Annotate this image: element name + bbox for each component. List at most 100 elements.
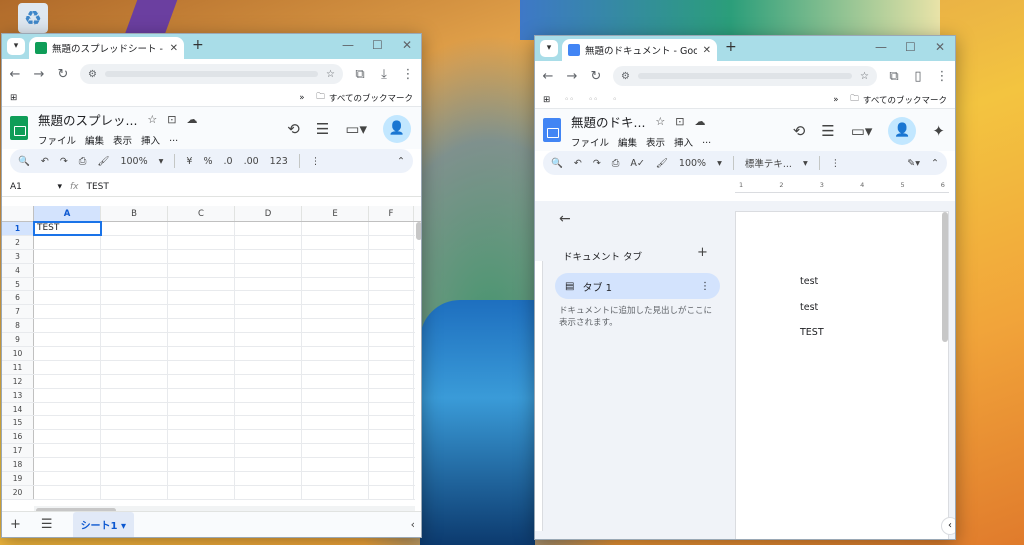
grid-cell[interactable] bbox=[369, 333, 414, 347]
chevron-down-icon[interactable]: ▾ bbox=[803, 158, 808, 169]
grid-cell[interactable] bbox=[302, 263, 369, 277]
grid-cell[interactable] bbox=[168, 430, 235, 444]
grid-cell[interactable] bbox=[101, 388, 168, 402]
grid-cell[interactable] bbox=[302, 305, 369, 319]
grid-cell[interactable] bbox=[369, 416, 414, 430]
grid-cell[interactable] bbox=[369, 458, 414, 472]
collapse-toolbar-icon[interactable]: ⌃ bbox=[931, 158, 939, 169]
grid-cell[interactable] bbox=[168, 347, 235, 360]
row-header[interactable]: 15 bbox=[2, 416, 34, 430]
print-icon[interactable]: ⎙ bbox=[612, 158, 620, 169]
grid-cell[interactable] bbox=[168, 388, 235, 402]
grid-cell[interactable] bbox=[302, 402, 369, 416]
row-header[interactable]: 10 bbox=[2, 347, 34, 360]
row-header[interactable]: 2 bbox=[2, 235, 34, 249]
row-header[interactable]: 17 bbox=[2, 444, 34, 458]
grid-cell[interactable] bbox=[168, 374, 235, 388]
grid-cell[interactable] bbox=[369, 347, 414, 360]
vertical-scrollbar[interactable] bbox=[415, 222, 421, 502]
share-button[interactable]: 👤 bbox=[383, 115, 411, 143]
row-header[interactable]: 6 bbox=[2, 291, 34, 305]
more-menu-icon[interactable]: ⋮ bbox=[401, 67, 415, 82]
menu-view[interactable]: 表示 bbox=[113, 133, 132, 147]
more-tools-icon[interactable]: ⋮ bbox=[311, 156, 321, 167]
grid-cell[interactable] bbox=[235, 235, 302, 249]
grid-cell[interactable] bbox=[235, 333, 302, 347]
grid-cell[interactable] bbox=[34, 319, 101, 333]
document-title[interactable]: 無題のスプレッ... bbox=[38, 110, 137, 129]
reload-icon[interactable]: ↻ bbox=[56, 67, 70, 82]
column-header[interactable]: C bbox=[168, 206, 235, 221]
star-icon[interactable]: ☆ bbox=[655, 115, 665, 128]
tab-search-icon[interactable]: ▾ bbox=[7, 38, 25, 55]
bookmark-item-icon[interactable]: ◦◦ bbox=[564, 95, 574, 105]
chevron-left-icon[interactable]: ‹ bbox=[941, 517, 955, 535]
grid-cell[interactable] bbox=[235, 416, 302, 430]
increase-decimal-button[interactable]: .00 bbox=[244, 156, 259, 167]
sheets-logo-icon[interactable] bbox=[10, 116, 28, 140]
menu-edit[interactable]: 編集 bbox=[85, 133, 104, 147]
menu-file[interactable]: ファイル bbox=[571, 135, 609, 149]
row-header[interactable]: 4 bbox=[2, 263, 34, 277]
grid-cell[interactable] bbox=[168, 249, 235, 263]
grid-cell[interactable] bbox=[302, 249, 369, 263]
grid-cell[interactable] bbox=[302, 319, 369, 333]
document-page[interactable]: test test TEST bbox=[735, 211, 949, 539]
back-icon[interactable]: ← bbox=[541, 69, 555, 84]
grid-cell[interactable] bbox=[369, 430, 414, 444]
extensions-icon[interactable]: ⧉ bbox=[353, 67, 367, 82]
vertical-scrollbar[interactable] bbox=[942, 212, 948, 342]
grid-cell[interactable] bbox=[369, 291, 414, 305]
grid-cell[interactable] bbox=[369, 402, 414, 416]
maximize-icon[interactable]: ☐ bbox=[905, 40, 916, 54]
redo-icon[interactable]: ↷ bbox=[593, 158, 601, 169]
grid-cell[interactable] bbox=[168, 444, 235, 458]
grid-cell[interactable] bbox=[101, 472, 168, 485]
grid-cell[interactable] bbox=[302, 222, 369, 235]
maximize-icon[interactable]: ☐ bbox=[372, 38, 383, 52]
bookmark-item-icon[interactable]: ◦◦ bbox=[588, 95, 598, 105]
download-icon[interactable]: ⤓ bbox=[377, 67, 391, 82]
all-bookmarks-link[interactable]: すべてのブックマーク bbox=[329, 92, 413, 104]
currency-button[interactable]: ¥ bbox=[186, 156, 192, 167]
search-icon[interactable]: 🔍 bbox=[551, 158, 563, 169]
grid-cell[interactable] bbox=[101, 277, 168, 291]
row-header[interactable]: 9 bbox=[2, 333, 34, 347]
extensions-icon[interactable]: ⧉ bbox=[887, 69, 901, 84]
grid-cell[interactable] bbox=[168, 402, 235, 416]
row-header[interactable]: 5 bbox=[2, 277, 34, 291]
grid-cell[interactable] bbox=[235, 402, 302, 416]
menu-more[interactable]: ... bbox=[702, 135, 711, 149]
menu-insert[interactable]: 挿入 bbox=[674, 135, 693, 149]
grid-cell[interactable] bbox=[302, 347, 369, 360]
number-format-button[interactable]: 123 bbox=[270, 156, 288, 167]
back-icon[interactable]: ← bbox=[8, 67, 22, 82]
new-tab-icon[interactable]: + bbox=[725, 39, 737, 55]
row-header[interactable]: 8 bbox=[2, 319, 34, 333]
grid-cell[interactable] bbox=[302, 458, 369, 472]
document-tab-item[interactable]: ▤ タブ 1 ⋮ bbox=[555, 273, 720, 299]
grid-cell[interactable] bbox=[235, 263, 302, 277]
grid-cell[interactable] bbox=[168, 291, 235, 305]
move-folder-icon[interactable]: ⊡ bbox=[675, 115, 684, 128]
grid-cell[interactable] bbox=[302, 333, 369, 347]
cell-a1[interactable]: TEST bbox=[33, 221, 102, 236]
grid-cell[interactable] bbox=[101, 347, 168, 360]
paint-format-icon[interactable]: 🖌 bbox=[97, 156, 109, 167]
grid-cell[interactable] bbox=[34, 444, 101, 458]
grid-cell[interactable] bbox=[302, 444, 369, 458]
grid-cell[interactable] bbox=[34, 388, 101, 402]
grid-cell[interactable] bbox=[34, 485, 101, 499]
grid-cell[interactable] bbox=[369, 277, 414, 291]
spreadsheet-grid[interactable]: A B C D E F 1 TEST 2 3 4 5 6 7 8 9 10 11 12 13 14 15 16 1… bbox=[2, 206, 421, 506]
undo-icon[interactable]: ↶ bbox=[41, 156, 49, 167]
grid-cell[interactable] bbox=[302, 235, 369, 249]
grid-cell[interactable] bbox=[235, 319, 302, 333]
grid-cell[interactable] bbox=[34, 458, 101, 472]
column-header[interactable]: A bbox=[34, 206, 101, 221]
formula-input[interactable]: TEST bbox=[87, 182, 109, 192]
sheet-tab[interactable]: シート1 ▾ bbox=[72, 512, 135, 537]
minimize-icon[interactable]: — bbox=[342, 38, 354, 52]
chevron-left-icon[interactable]: ‹ bbox=[411, 518, 415, 531]
grid-cell[interactable] bbox=[34, 416, 101, 430]
